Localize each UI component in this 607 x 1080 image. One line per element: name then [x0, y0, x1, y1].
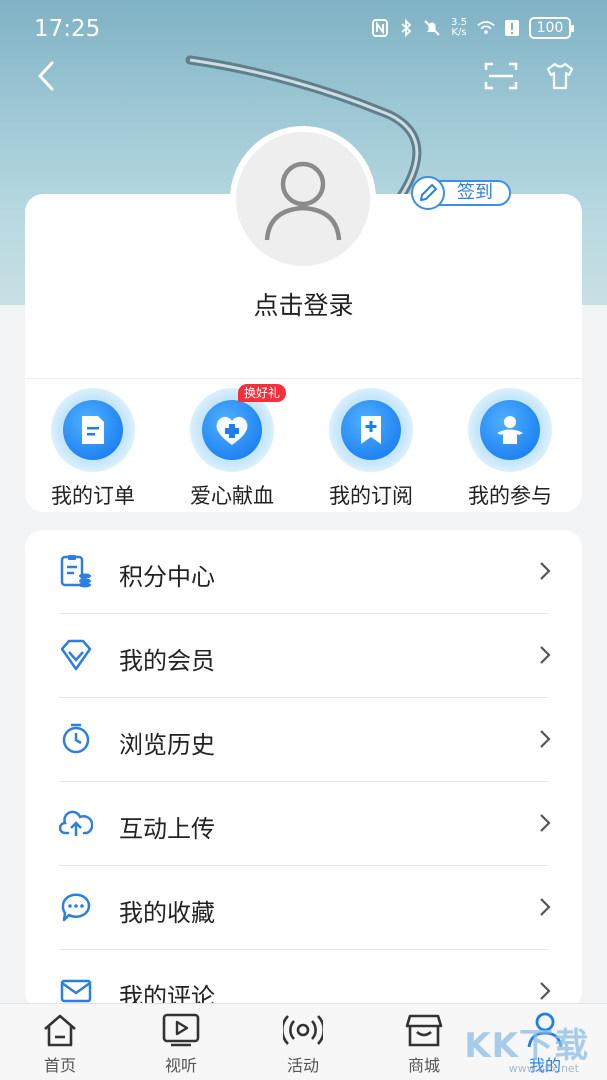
wifi-icon: [477, 17, 495, 39]
order-document-icon: [82, 416, 104, 444]
points-clipboard-icon: [60, 555, 91, 588]
cloud-upload-icon: [59, 810, 93, 836]
scan-button[interactable]: [483, 58, 519, 94]
pencil-icon: [411, 176, 445, 210]
menu-item-membership[interactable]: 我的会员: [25, 614, 582, 698]
divider: [25, 378, 582, 379]
mute-bell-icon: [423, 17, 441, 39]
network-speed: 3.5 K/s: [451, 17, 467, 38]
video-play-icon: [162, 1013, 200, 1047]
menu-item-comments[interactable]: 我的评论: [25, 950, 582, 1010]
chevron-right-icon: [540, 562, 551, 580]
quick-action-participation[interactable]: 我的参与: [450, 388, 570, 510]
scan-icon: [484, 62, 518, 90]
status-bar: 17:25 3.5 K/s 100: [0, 0, 607, 60]
person-icon: [497, 416, 523, 444]
diamond-icon: [60, 639, 92, 671]
status-time: 17:25: [34, 16, 101, 42]
watermark-url: www.kkx.net: [508, 1062, 579, 1075]
home-icon: [44, 1014, 76, 1047]
menu-item-points[interactable]: 积分中心: [25, 530, 582, 614]
tab-home[interactable]: 首页: [20, 1010, 100, 1076]
back-button[interactable]: [28, 58, 64, 94]
quick-action-blood-donation[interactable]: 换好礼 爱心献血: [172, 384, 292, 510]
tab-video[interactable]: 视听: [141, 1010, 221, 1076]
user-placeholder-icon: [264, 161, 342, 241]
login-prompt[interactable]: 点击登录: [25, 286, 582, 322]
watermark-logo: KK下载: [464, 1026, 589, 1066]
tab-activities[interactable]: 活动: [263, 1010, 343, 1076]
tab-store[interactable]: 商城: [384, 1010, 464, 1076]
quick-action-subscriptions[interactable]: 我的订阅: [311, 388, 431, 510]
battery-indicator: 100: [529, 17, 574, 39]
blood-donation-heart-icon: [216, 416, 248, 445]
menu-list: 积分中心 我的会员 浏览历史 互动上传 我的收藏 我的评论: [25, 530, 582, 1010]
clock-icon: [62, 723, 90, 754]
chevron-right-icon: [540, 646, 551, 664]
chat-bubble-icon: [61, 893, 91, 922]
avatar[interactable]: [230, 126, 376, 272]
back-arrow-icon: [37, 61, 54, 91]
quick-action-orders[interactable]: 我的订单: [33, 388, 153, 510]
nfc-icon: [371, 17, 389, 39]
signin-button[interactable]: 签到: [411, 176, 513, 210]
shirt-icon: [546, 62, 574, 90]
chevron-right-icon: [540, 898, 551, 916]
bluetooth-icon: [397, 17, 415, 39]
alert-icon: [503, 17, 521, 39]
menu-item-history[interactable]: 浏览历史: [25, 698, 582, 782]
theme-button[interactable]: [542, 58, 578, 94]
broadcast-icon: [283, 1015, 323, 1045]
menu-item-favorites[interactable]: 我的收藏: [25, 866, 582, 950]
chevron-right-icon: [540, 730, 551, 748]
status-icons: 3.5 K/s 100: [371, 17, 574, 39]
chevron-right-icon: [540, 814, 551, 832]
menu-item-upload[interactable]: 互动上传: [25, 782, 582, 866]
bookmark-plus-icon: [361, 416, 381, 444]
store-icon: [405, 1014, 443, 1047]
chevron-right-icon: [540, 982, 551, 1000]
promo-badge: 换好礼: [238, 384, 287, 402]
